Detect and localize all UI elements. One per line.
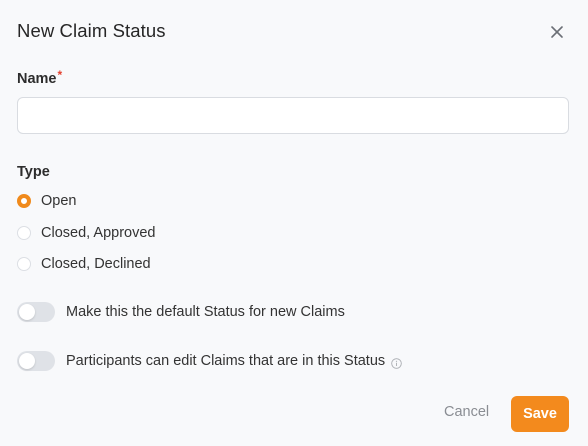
radio-option-closed-approved[interactable]: Closed, Approved xyxy=(17,225,155,241)
radio-button-checked[interactable] xyxy=(17,194,31,208)
default-status-toggle[interactable] xyxy=(17,302,55,322)
default-status-toggle-row: Make this the default Status for new Cla… xyxy=(17,302,345,322)
dialog-title: New Claim Status xyxy=(17,20,166,41)
participants-edit-toggle-label: Participants can edit Claims that are in… xyxy=(66,353,386,369)
radio-label-open: Open xyxy=(41,193,77,209)
name-input[interactable] xyxy=(17,97,569,134)
toggle-knob xyxy=(19,353,35,369)
radio-label-closed-declined: Closed, Declined xyxy=(41,256,151,272)
type-label: Type xyxy=(17,164,50,180)
toggle-knob xyxy=(19,304,35,320)
cancel-button[interactable]: Cancel xyxy=(444,404,489,420)
default-status-toggle-label: Make this the default Status for new Cla… xyxy=(66,304,345,320)
name-label: Name* xyxy=(17,68,63,87)
new-claim-status-dialog: New Claim Status Name* Type Open Closed,… xyxy=(0,0,588,446)
close-icon[interactable] xyxy=(549,24,565,40)
save-button[interactable]: Save xyxy=(511,396,569,432)
radio-option-open[interactable]: Open xyxy=(17,193,76,209)
info-icon[interactable] xyxy=(391,356,402,369)
radio-label-closed-approved: Closed, Approved xyxy=(41,225,156,241)
name-label-text: Name xyxy=(17,71,57,87)
radio-button[interactable] xyxy=(17,226,31,240)
participants-edit-toggle[interactable] xyxy=(17,351,55,371)
participants-edit-toggle-row: Participants can edit Claims that are in… xyxy=(17,351,402,371)
radio-option-closed-declined[interactable]: Closed, Declined xyxy=(17,256,151,272)
required-marker: * xyxy=(57,68,63,82)
radio-button[interactable] xyxy=(17,257,31,271)
